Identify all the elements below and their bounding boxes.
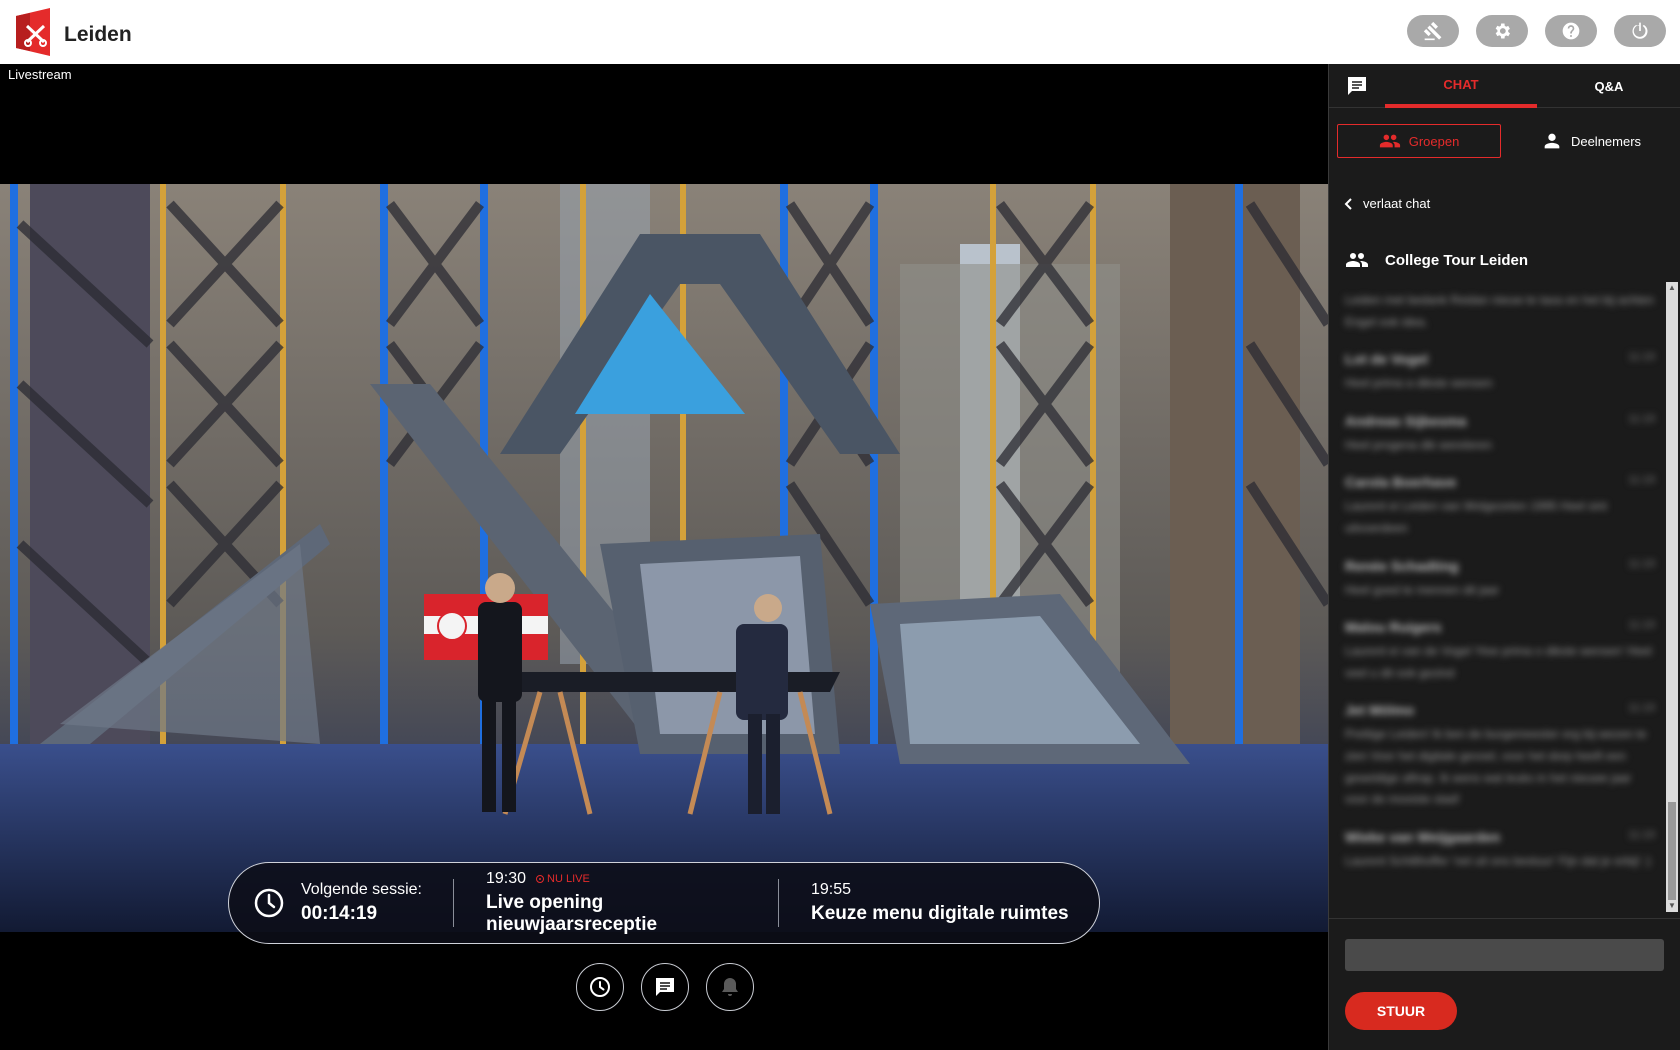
stage-label: Livestream: [8, 67, 72, 82]
participants-button[interactable]: Deelnemers: [1509, 124, 1673, 158]
schedule-divider: [778, 879, 779, 927]
logout-button[interactable]: [1614, 15, 1666, 47]
bell-icon: [722, 978, 738, 996]
send-button[interactable]: STUUR: [1345, 992, 1457, 1030]
clock-icon: [254, 888, 284, 918]
leiden-logo-icon: [16, 8, 50, 56]
top-bar: Leiden: [0, 0, 1680, 64]
message-time: 11:19: [1628, 474, 1655, 487]
tab-qa[interactable]: Q&A: [1537, 64, 1680, 108]
message-time: 11:19: [1628, 412, 1655, 425]
help-icon: [1562, 22, 1580, 40]
group-header: College Tour Leiden: [1345, 248, 1528, 272]
gavel-icon: [1423, 21, 1442, 41]
message-author: Carola Boerhave: [1345, 474, 1457, 491]
composer-divider: [1329, 918, 1680, 919]
chat-toggle-button[interactable]: [641, 963, 689, 1011]
chat-message: Malou Ruigers 11:19 Laurent ei van de Voge…: [1345, 619, 1655, 684]
settings-button[interactable]: [1476, 15, 1528, 47]
message-text: Laurent ei Leiden van Wolgezeten 1995 He…: [1345, 499, 1607, 535]
message-text: Heel progena dik wereleren: [1345, 437, 1492, 452]
groups-label: Groepen: [1408, 133, 1460, 149]
message-text: Heel prima a dikste wensen: [1345, 376, 1493, 391]
livestream-stage: Livestream Volgende sessie: 00:14:19 19:…: [0, 64, 1328, 1050]
message-author: Malou Ruigers: [1345, 619, 1442, 636]
leave-chat-link[interactable]: verlaat chat: [1343, 196, 1430, 211]
livestream-video[interactable]: [0, 184, 1328, 932]
participants-label: Deelnemers: [1570, 133, 1642, 149]
message-items: Leiden met bedank Reidan nieuw te taxa e…: [1345, 284, 1655, 890]
chat-message: Andreas Sijbesma 11:19 Heel progena dik we…: [1345, 413, 1655, 457]
message-author: Lot de Vogel: [1345, 351, 1428, 368]
live-badge-label: NU LIVE: [547, 873, 590, 885]
message-author: Andreas Sijbesma: [1345, 412, 1467, 429]
sidebar-tabs: CHAT Q&A: [1329, 64, 1680, 108]
chat-sidebar: CHAT Q&A Groepen Deelnemers verlaat chat…: [1328, 64, 1680, 1050]
scroll-down-icon[interactable]: ▼: [1668, 902, 1676, 910]
countdown-timer: 00:14:19: [301, 903, 378, 924]
notifications-button[interactable]: [706, 963, 754, 1011]
brand-name: Leiden: [64, 23, 132, 46]
groups-icon: [1379, 134, 1400, 148]
schedule-button[interactable]: [576, 963, 624, 1011]
upcoming-session-title: Keuze menu digitale ruimtes: [811, 903, 1069, 924]
message-scrollbar[interactable]: ▲ ▼: [1666, 282, 1678, 912]
stage-controls: [576, 963, 754, 1011]
next-session-label: Volgende sessie:: [301, 881, 422, 898]
message-time: 11:19: [1628, 351, 1655, 364]
gear-icon: [1495, 23, 1510, 39]
message-author: Renée Schadting: [1345, 557, 1459, 574]
current-session-time: 19:30: [486, 870, 527, 887]
message-time: 11:19: [1628, 619, 1655, 632]
message-text: Laurent Schilthoffer 'net uit ons bestuu…: [1345, 853, 1651, 868]
chat-message: Jet Mölmo 11:19 Prettige Leiden! Ik ben de…: [1345, 702, 1655, 810]
message-time: 11:19: [1628, 702, 1655, 715]
scroll-up-icon[interactable]: ▲: [1668, 284, 1676, 292]
next-session-countdown: Volgende sessie: 00:14:19: [301, 881, 453, 925]
help-button[interactable]: [1545, 15, 1597, 47]
chat-message: Wieke van Weijgaarden 11:19 Laurent Schilt…: [1345, 829, 1655, 873]
chat-message: Leiden met bedank Reidan nieuw te taxa e…: [1345, 290, 1655, 333]
upcoming-session[interactable]: 19:55 Keuze menu digitale ruimtes: [811, 881, 1069, 925]
schedule-divider: [453, 879, 454, 927]
live-dot-icon: [536, 875, 545, 883]
scroll-thumb[interactable]: [1668, 802, 1676, 900]
current-session-title: Live opening nieuwjaarsreceptie: [486, 892, 658, 935]
leave-chat-label: verlaat chat: [1363, 196, 1431, 211]
chat-icon: [656, 978, 674, 996]
groups-button[interactable]: Groepen: [1337, 124, 1501, 158]
top-actions: [1407, 15, 1666, 47]
upcoming-session-time: 19:55: [811, 881, 852, 898]
moderate-button[interactable]: [1407, 15, 1459, 47]
tab-chat[interactable]: CHAT: [1385, 64, 1537, 108]
message-text: Heel goed te mennen dit jaar: [1345, 582, 1500, 597]
message-text: Laurent ei van de Vogel 'Hoe prima o dik…: [1345, 644, 1652, 680]
groups-icon: [1346, 253, 1368, 267]
live-badge: NU LIVE: [536, 873, 590, 885]
chat-icon[interactable]: [1345, 74, 1369, 98]
group-name: College Tour Leiden: [1385, 251, 1529, 269]
chat-message: Carola Boerhave 11:19 Laurent ei Leiden va…: [1345, 474, 1655, 539]
video-frame: [0, 184, 1328, 932]
current-session[interactable]: 19:30 NU LIVE Live opening nieuwjaarsrec…: [486, 870, 778, 936]
chat-message: Lot de Vogel 11:19 Heel prima a dikste wen…: [1345, 351, 1655, 395]
message-text: Prettige Leiden! Ik ben de burgemeester …: [1345, 727, 1647, 807]
chevron-left-icon: [1344, 197, 1352, 210]
message-input[interactable]: [1345, 939, 1664, 971]
session-schedule-bar: Volgende sessie: 00:14:19 19:30 NU LIVE …: [228, 862, 1100, 944]
message-text: Leiden met bedank Reidan nieuw te taxa e…: [1345, 293, 1654, 329]
message-time: 11:19: [1628, 828, 1655, 841]
power-icon: [1632, 22, 1648, 39]
person-icon: [1544, 133, 1560, 149]
message-list[interactable]: Leiden met bedank Reidan nieuw te taxa e…: [1329, 284, 1680, 920]
message-author: Wieke van Weijgaarden: [1345, 828, 1501, 845]
chat-message: Renée Schadting 11:19 Heel goed te mennen …: [1345, 558, 1655, 602]
message-author: Jet Mölmo: [1345, 702, 1415, 719]
brand-logo[interactable]: Leiden: [16, 8, 132, 56]
clock-icon: [590, 977, 610, 997]
message-time: 11:19: [1628, 557, 1655, 570]
